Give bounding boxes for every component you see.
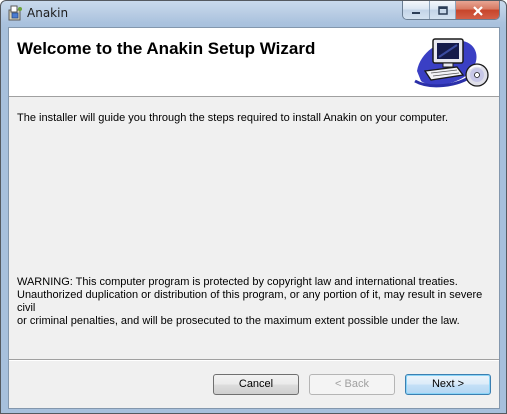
minimize-button[interactable] — [403, 1, 430, 19]
cancel-button[interactable]: Cancel — [213, 374, 299, 395]
back-button[interactable]: < Back — [309, 374, 395, 395]
wizard-client-area: Welcome to the Anakin Setup Wizard The i… — [8, 27, 500, 409]
minimize-icon — [411, 1, 421, 19]
computer-cd-graphic — [411, 31, 493, 93]
wizard-banner: Welcome to the Anakin Setup Wizard — [9, 28, 499, 97]
title-bar[interactable]: Anakin — [1, 1, 506, 27]
copyright-warning: WARNING: This computer program is protec… — [17, 276, 483, 327]
installer-window: Anakin Welcome to the Anakin Setup Wizar… — [0, 0, 507, 414]
maximize-icon — [437, 1, 448, 19]
close-icon — [472, 1, 484, 19]
installer-icon — [7, 5, 23, 21]
caption-buttons — [402, 1, 500, 20]
next-button[interactable]: Next > — [405, 374, 491, 395]
maximize-button[interactable] — [430, 1, 456, 19]
window-title: Anakin — [27, 6, 69, 20]
button-separator — [9, 359, 499, 361]
intro-text: The installer will guide you through the… — [17, 112, 449, 124]
banner-title: Welcome to the Anakin Setup Wizard — [17, 39, 316, 58]
close-button[interactable] — [456, 1, 499, 19]
